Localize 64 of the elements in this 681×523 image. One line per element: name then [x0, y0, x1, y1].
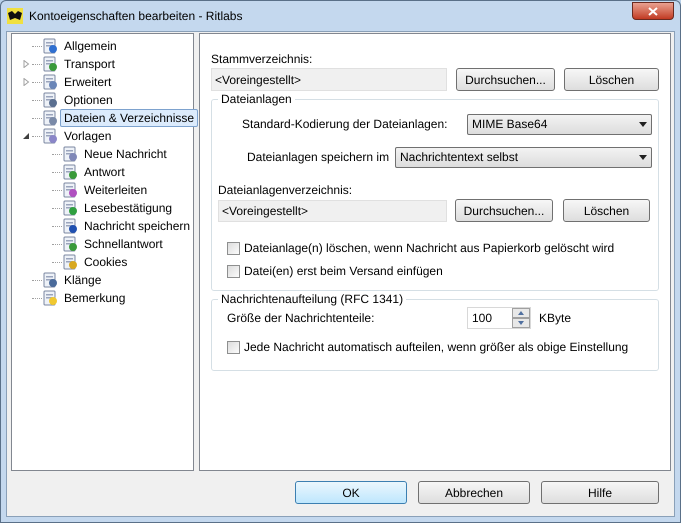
- expander-icon[interactable]: [22, 132, 30, 140]
- tree-item[interactable]: Allgemein: [60, 37, 121, 55]
- group-title: Nachrichtenaufteilung (RFC 1341): [218, 291, 406, 307]
- checkbox-label: Jede Nachricht automatisch aufteilen, wenn größer als obige Einstellung: [244, 339, 628, 356]
- push-button[interactable]: Durchsuchen...: [455, 199, 553, 222]
- tree-item[interactable]: Weiterleiten: [80, 181, 152, 199]
- push-button[interactable]: Löschen: [564, 68, 659, 91]
- tree-item-icon: [42, 38, 58, 54]
- checkbox[interactable]: [227, 340, 240, 354]
- dialog-button[interactable]: Abbrechen: [418, 481, 530, 504]
- unit-label: KByte: [539, 310, 572, 327]
- checkbox[interactable]: [227, 264, 240, 278]
- tree-item-icon: [62, 236, 78, 252]
- tree-item[interactable]: Dateien & Verzeichnisse: [60, 109, 198, 127]
- close-button[interactable]: [632, 2, 674, 20]
- tree-item-icon: [42, 128, 58, 144]
- app-logo-icon: [7, 8, 23, 24]
- tree-item-icon: [62, 146, 78, 162]
- tree-item-icon: [62, 182, 78, 198]
- tree-item[interactable]: Neue Nachricht: [80, 145, 171, 163]
- tree-item-icon: [42, 92, 58, 108]
- field-label: Standard-Kodierung der Dateianlagen:: [242, 116, 448, 133]
- tree-item[interactable]: Lesebestätigung: [80, 199, 176, 217]
- tree-item[interactable]: Nachricht speichern: [80, 217, 194, 235]
- tree-item[interactable]: Vorlagen: [60, 127, 116, 145]
- tree-item-icon: [42, 272, 58, 288]
- window-title: Kontoeigenschaften bearbeiten - Ritlabs: [29, 8, 244, 25]
- field-label: Dateianlagen speichern im: [247, 149, 390, 166]
- dialog-button[interactable]: OK: [295, 481, 407, 504]
- spin-box[interactable]: 100: [467, 307, 531, 329]
- dialog-button[interactable]: Hilfe: [541, 481, 659, 504]
- push-button[interactable]: Durchsuchen...: [456, 68, 555, 91]
- tree-item-icon: [42, 56, 58, 72]
- tree-item[interactable]: Antwort: [80, 163, 129, 181]
- tree-item-icon: [42, 110, 58, 126]
- group-title: Dateianlagen: [218, 91, 295, 107]
- tree-item[interactable]: Erweitert: [60, 73, 116, 91]
- field-label: Größe der Nachrichtenteile:: [227, 310, 376, 327]
- close-icon: [648, 6, 658, 16]
- dropdown-arrow-icon: [639, 122, 647, 126]
- tree-item[interactable]: Optionen: [60, 91, 117, 109]
- checkbox-label: Datei(en) erst beim Versand einfügen: [244, 263, 443, 280]
- tree-item-icon: [62, 218, 78, 234]
- dropdown[interactable]: Nachrichtentext selbst: [395, 146, 652, 168]
- field-label: Dateianlagenverzeichnis:: [218, 182, 354, 198]
- checkbox[interactable]: [227, 242, 240, 254]
- tree-item-icon: [62, 254, 78, 270]
- tree-item[interactable]: Bemerkung: [60, 289, 130, 307]
- tree-item[interactable]: Klänge: [60, 271, 106, 289]
- dropdown[interactable]: MIME Base64: [467, 114, 652, 134]
- tree-item-icon: [62, 200, 78, 216]
- tree-item-icon: [62, 164, 78, 180]
- tree-item[interactable]: Cookies: [80, 253, 132, 271]
- dropdown-arrow-icon: [639, 154, 647, 160]
- text-field[interactable]: <Voreingestellt>: [218, 200, 447, 222]
- tree-item-icon: [42, 290, 58, 306]
- tree-item-icon: [42, 74, 58, 90]
- text-field[interactable]: <Voreingestellt>: [211, 68, 447, 91]
- checkbox-label: Dateianlage(n) löschen, wenn Nachricht aus Papierkorb gelöscht wird: [244, 240, 614, 257]
- spin-arrows-icon[interactable]: [512, 308, 530, 328]
- tree-item[interactable]: Transport: [60, 55, 119, 73]
- push-button[interactable]: Löschen: [563, 199, 650, 222]
- tree-item[interactable]: Schnellantwort: [80, 235, 167, 253]
- field-label: Stammverzeichnis:: [211, 51, 314, 67]
